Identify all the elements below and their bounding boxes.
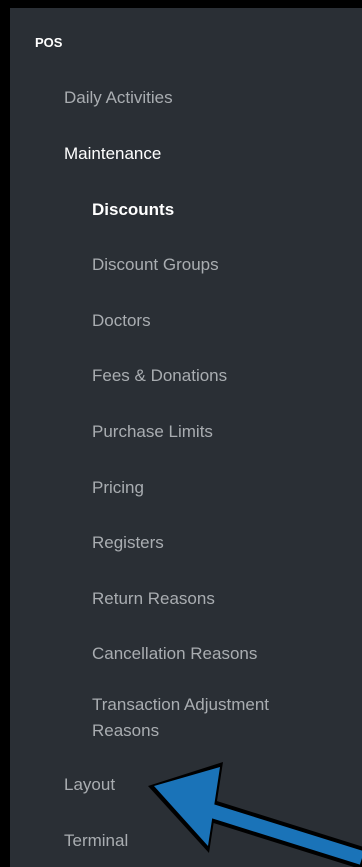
nav-subitem-fees-donations[interactable]: Fees & Donations bbox=[92, 365, 227, 387]
nav-subitem-purchase-limits[interactable]: Purchase Limits bbox=[92, 421, 213, 443]
nav-subitem-discounts[interactable]: Discounts bbox=[92, 199, 174, 221]
nav-subitem-pricing[interactable]: Pricing bbox=[92, 477, 144, 499]
nav-root-pos[interactable]: POS bbox=[35, 32, 62, 54]
nav-subitem-doctors[interactable]: Doctors bbox=[92, 310, 151, 332]
screenshot-frame: POS Daily Activities Maintenance Discoun… bbox=[0, 0, 362, 867]
sidebar-nav: POS Daily Activities Maintenance Discoun… bbox=[10, 8, 362, 867]
nav-item-maintenance[interactable]: Maintenance bbox=[64, 143, 161, 165]
nav-subitem-discount-groups[interactable]: Discount Groups bbox=[92, 254, 219, 276]
nav-subitem-return-reasons[interactable]: Return Reasons bbox=[92, 588, 215, 610]
nav-item-layout[interactable]: Layout bbox=[64, 774, 115, 796]
nav-item-daily-activities[interactable]: Daily Activities bbox=[64, 87, 173, 109]
nav-subitem-registers[interactable]: Registers bbox=[92, 532, 164, 554]
nav-subitem-cancellation-reasons[interactable]: Cancellation Reasons bbox=[92, 643, 257, 665]
nav-subitem-transaction-adjustment-reasons[interactable]: Transaction Adjustment Reasons bbox=[92, 692, 332, 744]
nav-item-terminal[interactable]: Terminal bbox=[64, 830, 128, 852]
